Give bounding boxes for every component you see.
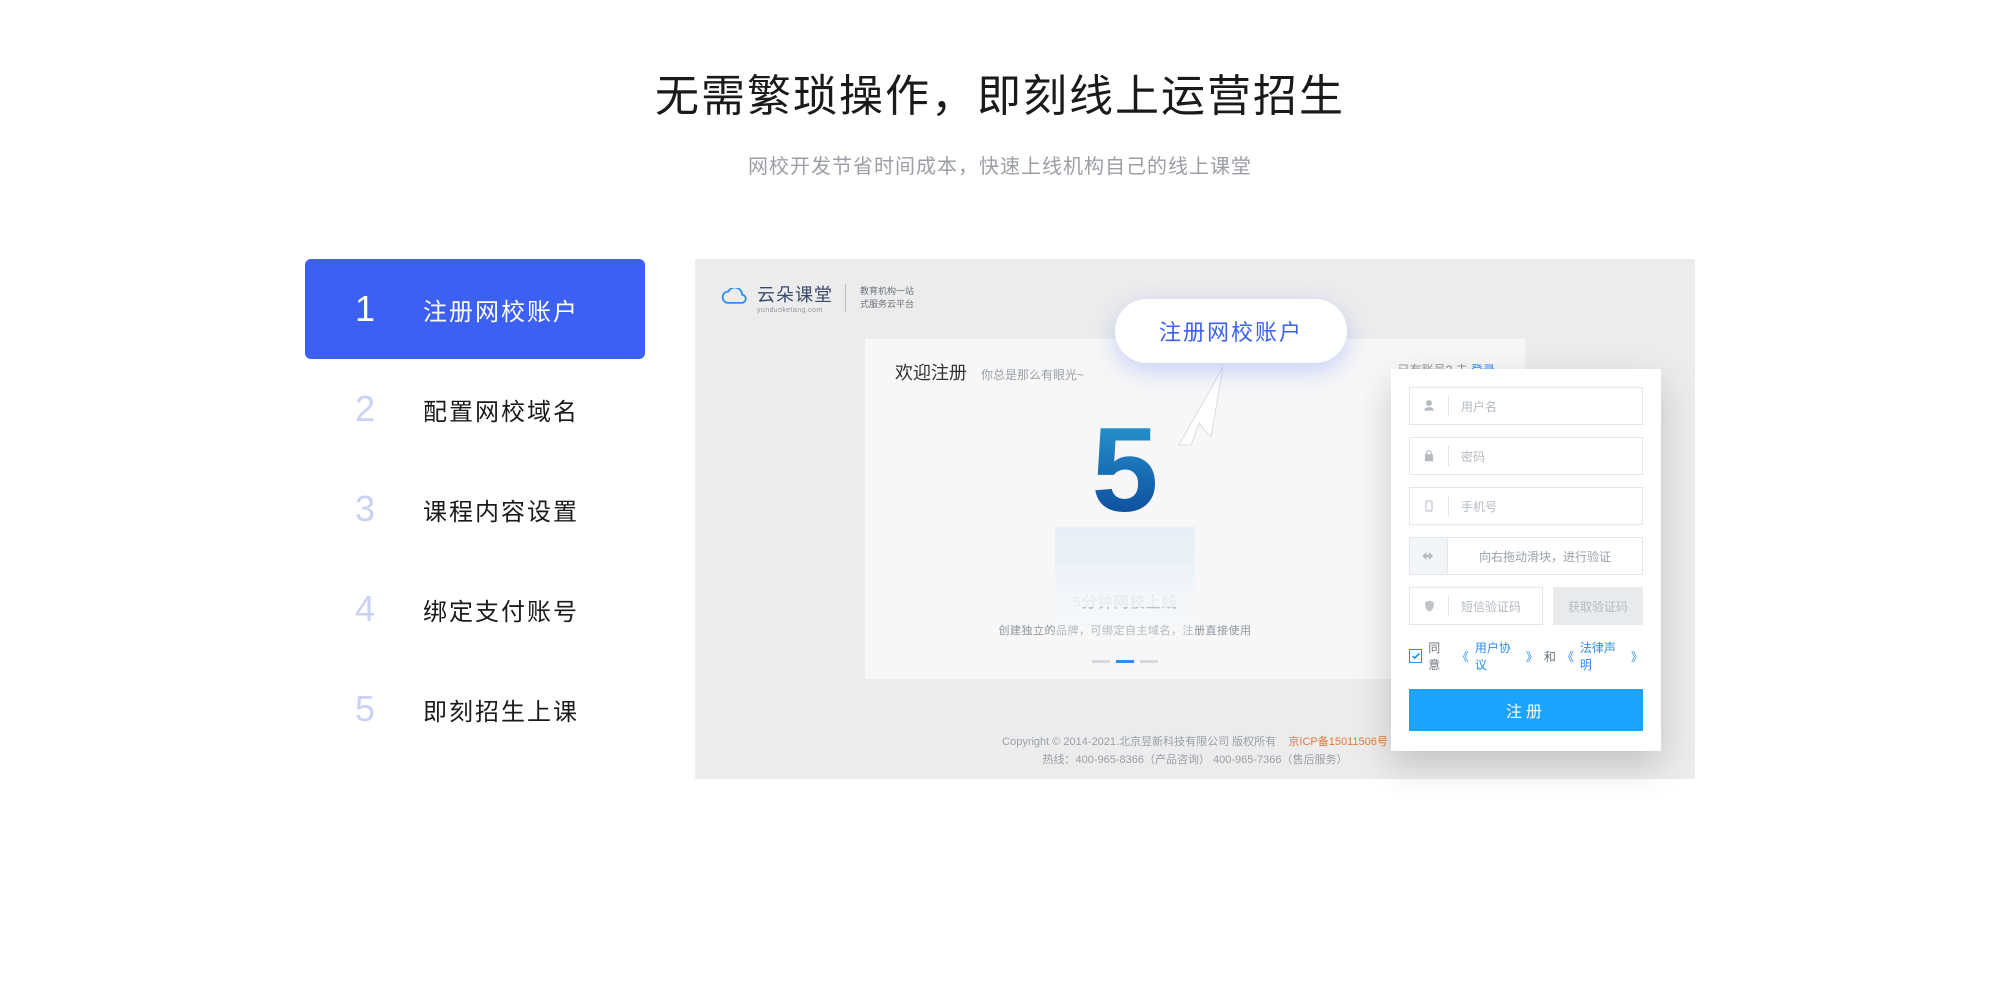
bracket: 》 [1631, 648, 1643, 665]
card-title: 欢迎注册 [895, 359, 967, 385]
user-icon [1410, 399, 1448, 413]
steps-list: 1 注册网校账户 2 配置网校域名 3 课程内容设置 4 绑定支付账号 5 即刻… [305, 259, 645, 759]
agree-prefix: 同意 [1428, 639, 1451, 673]
logo-tagline: 教育机构一站 式服务云平台 [860, 285, 914, 311]
step-bind-payment[interactable]: 4 绑定支付账号 [305, 559, 645, 659]
step-number: 5 [355, 688, 405, 730]
icp-link[interactable]: 京ICP备15011506号 [1288, 736, 1387, 748]
step-course-content[interactable]: 3 课程内容设置 [305, 459, 645, 559]
agreement-row: 同意 《用户协议》 和 《法律声明》 [1409, 639, 1643, 673]
bracket: 《 [1562, 648, 1574, 665]
get-code-button[interactable]: 获取验证码 [1553, 587, 1643, 625]
step-number: 1 [355, 288, 405, 330]
step-number: 2 [355, 388, 405, 430]
pointer-arrow-icon [1175, 367, 1235, 457]
hero-numeral: 5 [1092, 401, 1159, 539]
carousel-dots [975, 660, 1275, 663]
carousel-dot[interactable] [1116, 660, 1134, 663]
agree-and: 和 [1544, 648, 1556, 665]
card-subtitle: 你总是那么有眼光~ [981, 366, 1084, 383]
logo-bar: 云朵课堂 yunduoketang.com 教育机构一站 式服务云平台 [721, 281, 914, 314]
step-start-enrollment[interactable]: 5 即刻招生上课 [305, 659, 645, 759]
copyright: Copyright © 2014-2021.北京昱新科技有限公司 版权所有 [1002, 736, 1276, 748]
placeholder: 短信验证码 [1449, 598, 1521, 615]
shield-icon [1410, 599, 1448, 613]
preview-panel: 云朵课堂 yunduoketang.com 教育机构一站 式服务云平台 欢迎注册… [695, 259, 1695, 779]
hotline: 热线：400-965-8366（产品咨询） 400-965-7366（售后服务） [695, 751, 1695, 769]
register-button[interactable]: 注册 [1409, 689, 1643, 731]
phone-field[interactable]: 手机号 [1409, 487, 1643, 525]
logo-domain: yunduoketang.com [757, 307, 833, 314]
phone-icon [1410, 499, 1448, 513]
logo-tagline-1: 教育机构一站 [860, 286, 914, 296]
step-label: 即刻招生上课 [423, 692, 579, 727]
cloud-logo-icon [721, 288, 747, 308]
page-headline: 无需繁琐操作，即刻线上运营招生 [0, 60, 2000, 124]
slider-text: 向右拖动滑块，进行验证 [1448, 548, 1642, 565]
register-form: 用户名 密码 手机号 [1391, 369, 1661, 751]
step-register-account[interactable]: 1 注册网校账户 [305, 259, 645, 359]
step-label: 配置网校域名 [423, 392, 579, 427]
agree-checkbox[interactable] [1409, 649, 1422, 663]
double-arrow-icon [1410, 538, 1448, 574]
logo-text: 云朵课堂 [757, 281, 833, 307]
logo-tagline-2: 式服务云平台 [860, 299, 914, 309]
bracket: 》 [1526, 648, 1538, 665]
placeholder: 用户名 [1449, 398, 1497, 415]
step-label: 课程内容设置 [423, 492, 579, 527]
page-subheadline: 网校开发节省时间成本，快速上线机构自己的线上课堂 [0, 150, 2000, 179]
lock-icon [1410, 449, 1448, 463]
step-number: 3 [355, 488, 405, 530]
divider [845, 284, 846, 312]
carousel-dot[interactable] [1140, 660, 1158, 663]
username-field[interactable]: 用户名 [1409, 387, 1643, 425]
user-agreement-link[interactable]: 用户协议 [1475, 639, 1520, 673]
password-field[interactable]: 密码 [1409, 437, 1643, 475]
tooltip-pill: 注册网校账户 [1115, 299, 1347, 363]
legal-statement-link[interactable]: 法律声明 [1580, 639, 1625, 673]
step-label: 绑定支付账号 [423, 592, 579, 627]
placeholder: 密码 [1449, 448, 1485, 465]
sms-code-field[interactable]: 短信验证码 [1409, 587, 1543, 625]
carousel-dot[interactable] [1092, 660, 1110, 663]
step-configure-domain[interactable]: 2 配置网校域名 [305, 359, 645, 459]
placeholder: 手机号 [1449, 498, 1497, 515]
step-label: 注册网校账户 [423, 292, 579, 327]
slider-captcha[interactable]: 向右拖动滑块，进行验证 [1409, 537, 1643, 575]
step-number: 4 [355, 588, 405, 630]
bracket: 《 [1457, 648, 1469, 665]
